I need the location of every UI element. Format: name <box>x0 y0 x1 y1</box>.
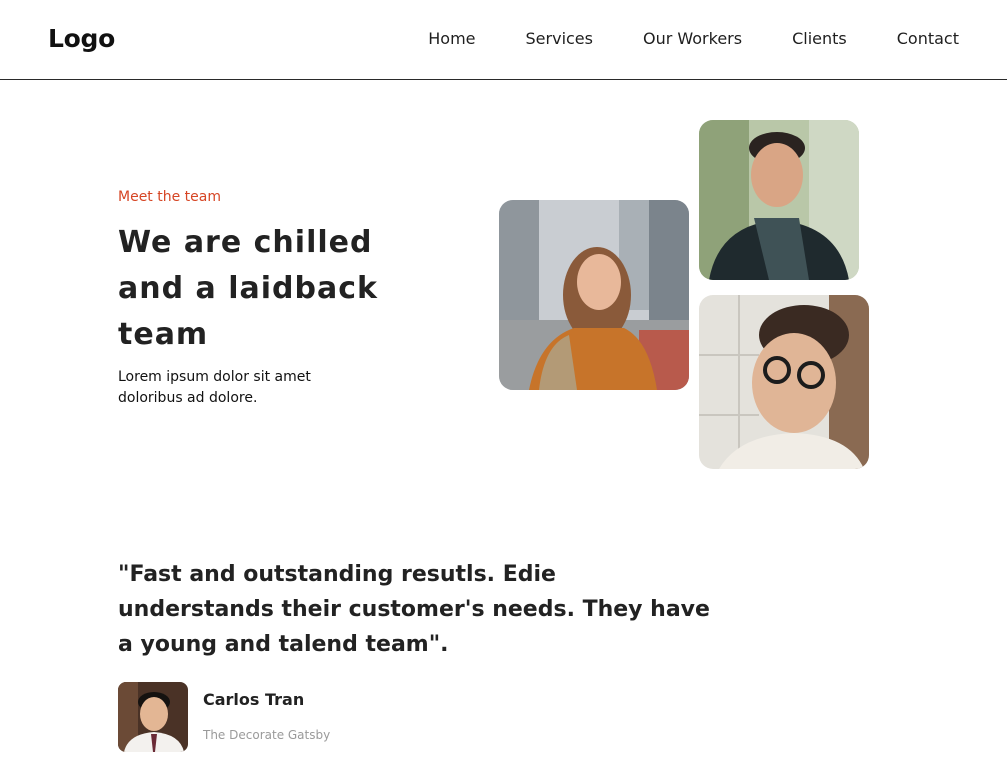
team-photo-woman <box>499 200 689 390</box>
team-photo-man-glasses <box>699 295 869 469</box>
nav-our-workers-link[interactable]: Our Workers <box>643 29 742 48</box>
nav-home-link[interactable]: Home <box>428 29 475 48</box>
hero-title: We are chilled and a laidback team <box>118 225 378 352</box>
nav-clients-link[interactable]: Clients <box>792 29 847 48</box>
main-nav: Home Services Our Workers Clients Contac… <box>428 29 959 48</box>
site-logo[interactable]: Logo <box>48 24 115 53</box>
nav-services-link[interactable]: Services <box>526 29 593 48</box>
team-photo-man-scarf <box>699 120 859 280</box>
hero-eyebrow: Meet the team <box>118 189 221 205</box>
author-avatar <box>118 682 188 752</box>
author-name: Carlos Tran <box>203 690 305 709</box>
author-company: The Decorate Gatsby <box>203 728 331 742</box>
hero-description: Lorem ipsum dolor sit amet doloribus ad … <box>118 369 311 406</box>
testimonial-quote: "Fast and outstanding resutls. Edie unde… <box>118 562 710 657</box>
site-header: Logo Home Services Our Workers Clients C… <box>0 0 1007 80</box>
nav-contact-link[interactable]: Contact <box>897 29 959 48</box>
